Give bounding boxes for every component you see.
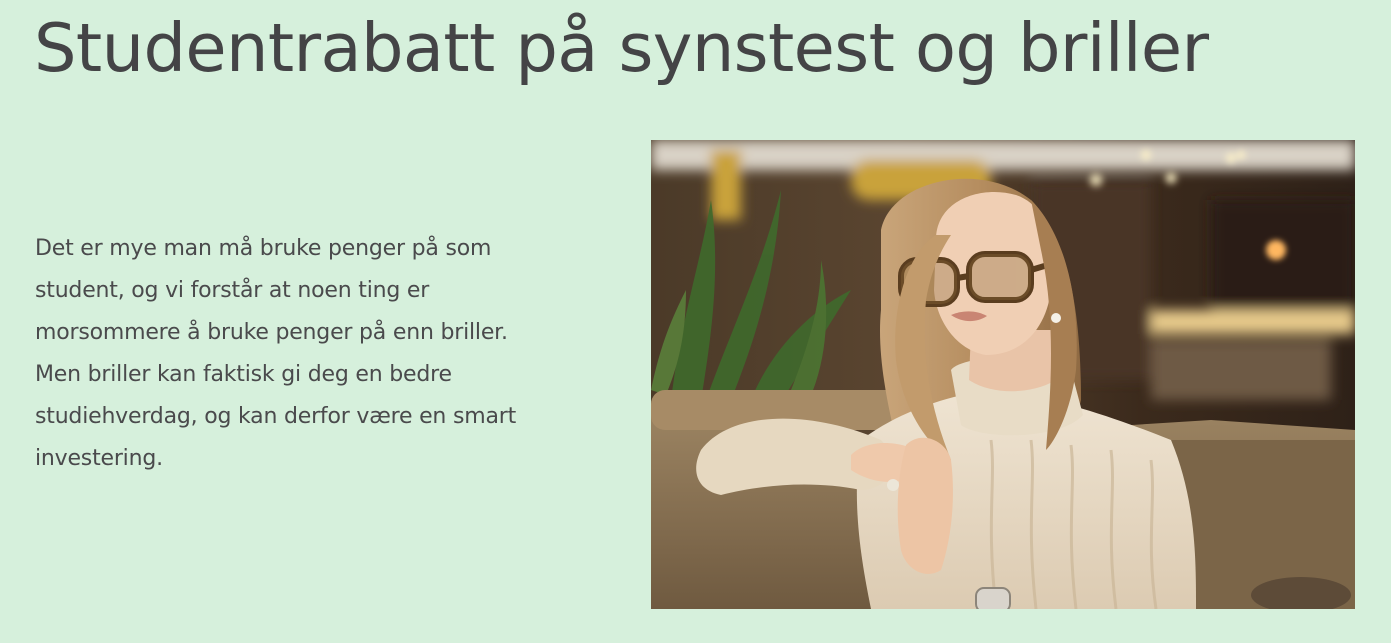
hero-photo (651, 140, 1355, 609)
intro-paragraph: Det er mye man må bruke penger på som st… (35, 228, 595, 480)
intro-line: Det er mye man må bruke penger på som (35, 236, 492, 261)
page: Studentrabatt på synstest og briller Det… (0, 0, 1391, 643)
intro-line: Men briller kan faktisk gi deg en bedre (35, 362, 452, 387)
page-title: Studentrabatt på synstest og briller (34, 9, 1209, 87)
intro-line: investering. (35, 446, 163, 471)
hero-photo-illustration (651, 140, 1355, 609)
intro-line: morsommere å bruke penger på enn briller… (35, 320, 508, 345)
intro-line: student, og vi forstår at noen ting er (35, 278, 430, 303)
intro-line: studiehverdag, og kan derfor være en sma… (35, 404, 517, 429)
